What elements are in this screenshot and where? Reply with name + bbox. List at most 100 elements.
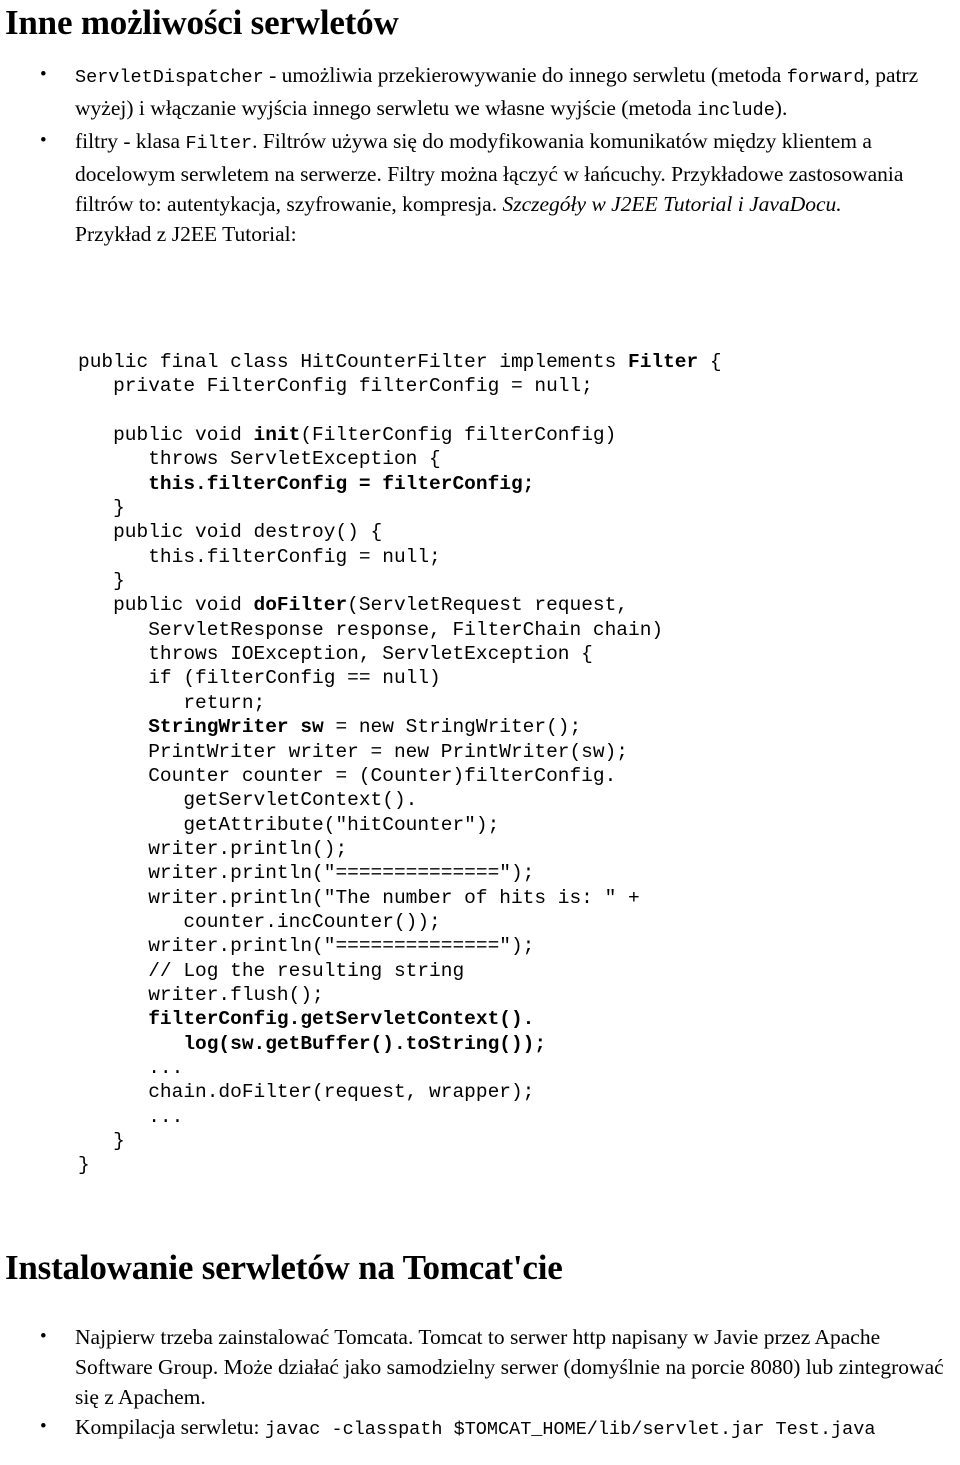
bullet-icon: • [40, 130, 47, 151]
code-token-bold: StringWriter sw [78, 716, 324, 739]
tomcat-install-list: • Najpierw trzeba zainstalować Tomcata. T… [0, 1322, 955, 1445]
section-title-tomcat: Instalowanie serwletów na Tomcat'cie [5, 1248, 563, 1287]
code-token: getAttribute("hitCounter"); [78, 813, 500, 836]
code-token: private FilterConfig filterConfig = null… [78, 375, 593, 398]
code-line: writer.println("=============="); [78, 934, 722, 958]
code-line: ... [78, 1105, 722, 1129]
page-title: Inne możliwości serwletów [5, 3, 399, 42]
code-line: public void doFilter(ServletRequest requ… [78, 593, 722, 617]
emphasis-span: Szczegóły w J2EE Tutorial i JavaDocu. [502, 192, 842, 216]
list-item-filters: • filtry - klasa Filter. Filtrów używa si… [0, 126, 955, 249]
code-token-bold: filterConfig.getServletContext(). [78, 1008, 535, 1031]
code-token: public void destroy() { [78, 521, 383, 544]
code-token: counter.incCounter()); [78, 910, 441, 933]
code-token-bold: Filter [628, 351, 699, 373]
list-item-install-tomcat: • Najpierw trzeba zainstalować Tomcata. T… [0, 1322, 955, 1412]
code-token: writer.println("=============="); [78, 935, 535, 958]
code-span: javac -classpath $TOMCAT_HOME/lib/servle… [264, 1419, 876, 1440]
code-line: counter.incCounter()); [78, 910, 722, 934]
code-token: } [78, 1154, 90, 1177]
code-token: throws ServletException { [78, 448, 441, 471]
code-line: } [78, 496, 722, 520]
text-span: Najpierw trzeba zainstalować Tomcata. To… [75, 1325, 944, 1409]
text-span: ). [774, 96, 788, 120]
code-token: public void [78, 594, 254, 617]
code-token: writer.println(); [78, 837, 348, 860]
code-token: public void [78, 424, 254, 447]
servlet-features-list: • ServletDispatcher - umożliwia przekiero… [0, 60, 955, 249]
code-token: return; [78, 691, 266, 714]
java-code-block: public final class HitCounterFilter impl… [78, 350, 722, 1178]
code-line: chain.doFilter(request, wrapper); [78, 1080, 722, 1104]
code-line: writer.println("=============="); [78, 861, 722, 885]
code-span: ServletDispatcher [75, 67, 264, 88]
code-line: StringWriter sw = new StringWriter(); [78, 715, 722, 739]
document-page: Inne możliwości serwletów • ServletDispat… [0, 0, 960, 1465]
code-span: forward [786, 67, 865, 88]
code-token: this.filterConfig = null; [78, 545, 441, 568]
code-span: include [697, 100, 775, 121]
code-token-bold: doFilter [253, 594, 348, 617]
code-line: } [78, 1153, 722, 1177]
code-line: this.filterConfig = filterConfig; [78, 472, 722, 496]
code-token-bold: this.filterConfig = filterConfig; [78, 472, 535, 495]
list-item-compile-servlet: • Kompilacja serwletu: javac -classpath $… [0, 1412, 955, 1445]
text-span: Przykład z J2EE Tutorial: [75, 222, 297, 246]
code-line: writer.println("The number of hits is: "… [78, 886, 722, 910]
code-token: } [78, 570, 125, 593]
code-token: // Log the resulting string [78, 959, 465, 982]
code-line: Counter counter = (Counter)filterConfig. [78, 764, 722, 788]
code-line: PrintWriter writer = new PrintWriter(sw)… [78, 740, 722, 764]
code-token: throws IOException, ServletException { [78, 643, 593, 666]
code-line: writer.println(); [78, 837, 722, 861]
code-token-bold: log(sw.getBuffer().toString()); [78, 1032, 547, 1055]
code-token-bold: init [253, 424, 301, 447]
bullet-icon: • [40, 64, 47, 85]
code-token: PrintWriter writer = new PrintWriter(sw)… [78, 740, 628, 763]
code-line: filterConfig.getServletContext(). [78, 1007, 722, 1031]
code-token: ... [78, 1056, 184, 1079]
code-line: getServletContext(). [78, 788, 722, 812]
code-token: Counter counter = (Counter)filterConfig. [78, 764, 617, 787]
text-span: - umożliwia przekierowywanie do innego s… [263, 63, 787, 87]
code-token: if (filterConfig == null) [78, 667, 441, 690]
code-token: public final class HitCounterFilter impl… [78, 351, 628, 373]
code-token: writer.println("=============="); [78, 862, 535, 885]
code-line: public void destroy() { [78, 520, 722, 544]
list-item-servlet-dispatcher: • ServletDispatcher - umożliwia przekiero… [0, 60, 955, 126]
code-line: // Log the resulting string [78, 959, 722, 983]
code-token: (ServletRequest request, [347, 594, 629, 617]
code-token: getServletContext(). [78, 789, 418, 812]
code-line: this.filterConfig = null; [78, 545, 722, 569]
code-line: public final class HitCounterFilter impl… [78, 350, 722, 374]
code-line: ServletResponse response, FilterChain ch… [78, 618, 722, 642]
code-token: ... [78, 1105, 184, 1128]
code-token: } [78, 1130, 125, 1152]
text-span: Kompilacja serwletu: [75, 1415, 265, 1439]
code-line: } [78, 1129, 722, 1153]
code-line: public void init(FilterConfig filterConf… [78, 423, 722, 447]
code-line: return; [78, 691, 722, 715]
code-line: ... [78, 1056, 722, 1080]
code-token: { [698, 351, 722, 373]
bullet-icon: • [40, 1326, 47, 1347]
code-line: throws IOException, ServletException { [78, 642, 722, 666]
code-token: = new StringWriter(); [323, 716, 582, 739]
code-token: } [78, 497, 125, 520]
code-line: private FilterConfig filterConfig = null… [78, 374, 722, 398]
code-token: writer.flush(); [78, 983, 324, 1006]
code-line: writer.flush(); [78, 983, 722, 1007]
code-line: throws ServletException { [78, 447, 722, 471]
code-token: chain.doFilter(request, wrapper); [78, 1081, 535, 1104]
code-token: writer.println("The number of hits is: "… [78, 886, 640, 909]
text-span: filtry - klasa [75, 129, 186, 153]
code-token: ServletResponse response, FilterChain ch… [78, 618, 664, 641]
code-line: log(sw.getBuffer().toString()); [78, 1032, 722, 1056]
bullet-icon: • [40, 1416, 47, 1437]
code-span: Filter [185, 133, 253, 154]
code-line: } [78, 569, 722, 593]
code-line: getAttribute("hitCounter"); [78, 813, 722, 837]
code-line: if (filterConfig == null) [78, 666, 722, 690]
code-token: (FilterConfig filterConfig) [300, 424, 617, 447]
